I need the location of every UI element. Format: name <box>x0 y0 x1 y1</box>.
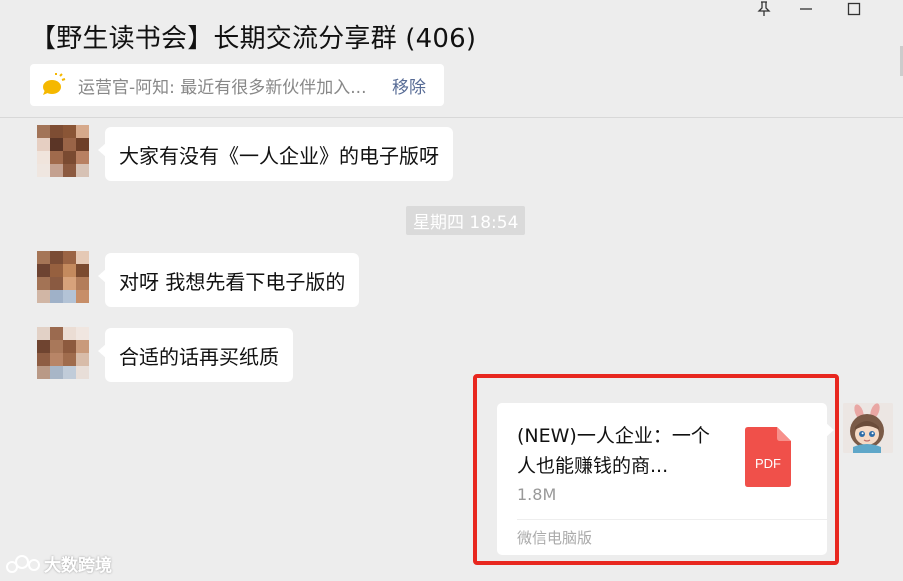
watermark-logo-icon <box>6 554 40 573</box>
watermark-text: 大数跨境 <box>44 556 112 576</box>
pin-icon[interactable] <box>752 0 776 18</box>
pdf-file-icon: PDF <box>745 427 791 487</box>
message-timestamp: 星期四 18:54 <box>406 206 526 235</box>
message-bubble[interactable]: 合适的话再买纸质 <box>98 328 293 382</box>
message-text: 大家有没有《一人企业》的电子版呀 <box>119 143 439 168</box>
maximize-icon[interactable] <box>842 0 866 18</box>
file-name: (NEW)一人企业：一个人也能赚钱的商... <box>517 425 710 477</box>
minimize-icon[interactable] <box>794 0 818 18</box>
header-divider <box>0 117 903 118</box>
group-announcement[interactable]: 运营官-阿知: 最近有很多新伙伴加入... 移除 <box>30 64 444 106</box>
chat-title: 【野生读书会】长期交流分享群 (406) <box>30 24 477 54</box>
file-source: 微信电脑版 <box>517 529 593 547</box>
avatar[interactable] <box>37 251 89 303</box>
file-message-card[interactable]: (NEW)一人企业：一个人也能赚钱的商... 1.8M PDF 微信电脑版 <box>497 403 834 555</box>
pdf-label: PDF <box>755 456 781 471</box>
chat-window: 【野生读书会】长期交流分享群 (406) 运营官-阿知: 最近有很多新伙伴加入.… <box>0 0 903 581</box>
message-bubble[interactable]: 大家有没有《一人企业》的电子版呀 <box>98 127 453 181</box>
avatar[interactable] <box>37 327 89 379</box>
message-text: 对呀 我想先看下电子版的 <box>119 269 346 294</box>
file-card-divider <box>517 519 827 520</box>
message-text: 合适的话再买纸质 <box>119 344 279 369</box>
announcement-icon <box>40 72 66 98</box>
window-controls <box>752 0 903 20</box>
file-size: 1.8M <box>517 485 557 504</box>
watermark: 大数跨境 <box>6 551 112 576</box>
avatar[interactable] <box>37 125 89 177</box>
message-bubble[interactable]: 对呀 我想先看下电子版的 <box>97 253 360 307</box>
remove-announcement-button[interactable]: 移除 <box>392 73 426 98</box>
announcement-text: 运营官-阿知: 最近有很多新伙伴加入... <box>78 77 367 98</box>
self-avatar[interactable] <box>843 403 893 453</box>
